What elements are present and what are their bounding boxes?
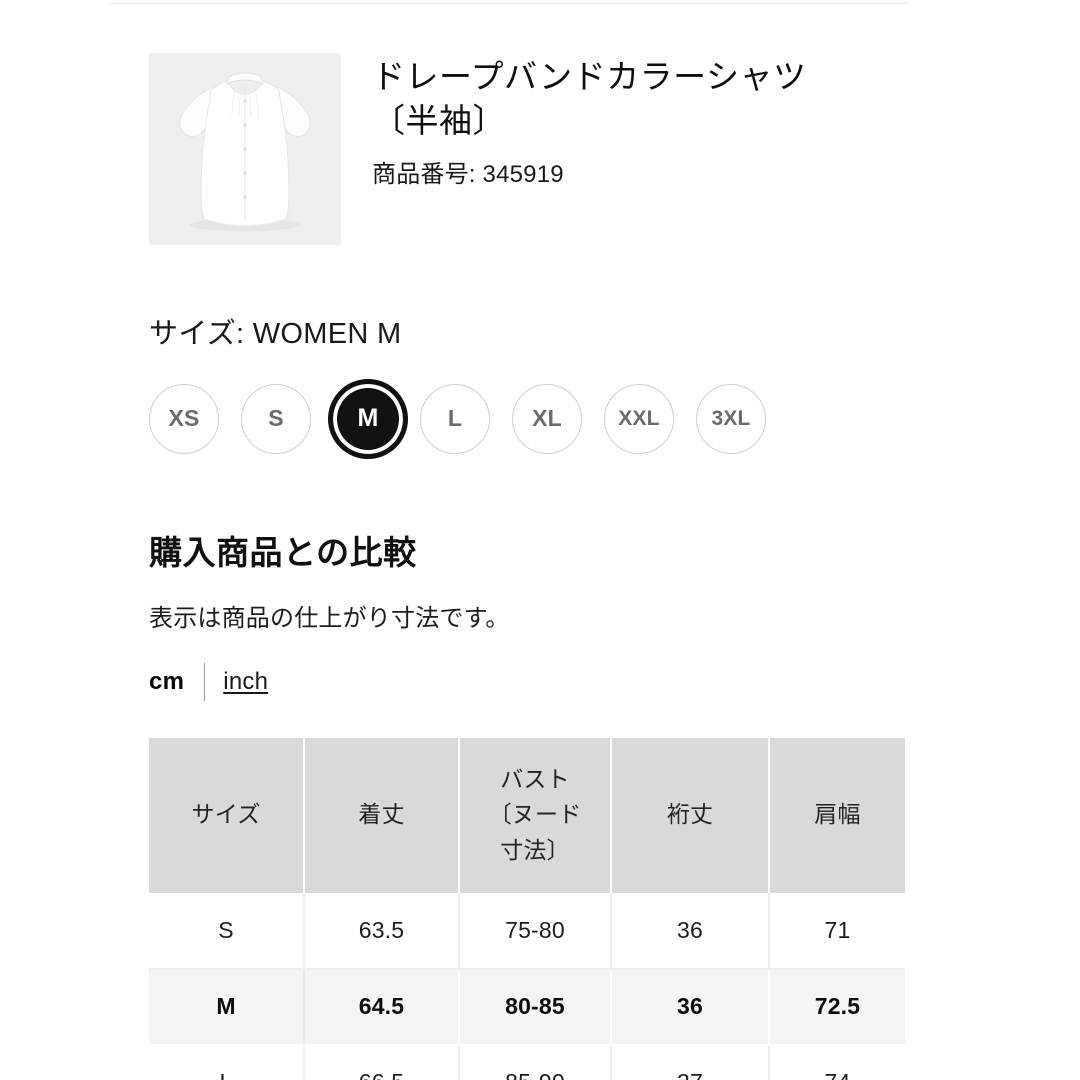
size-table-container: サイズ 着丈 バスト 〔ヌード 寸法〕 裄丈 肩幅 S 63.5 75-80 3… bbox=[149, 737, 905, 1080]
product-meta: ドレープバンドカラーシャツ〔半袖〕 商品番号: 345919 bbox=[372, 53, 909, 190]
col-header-bust: バスト 〔ヌード 寸法〕 bbox=[459, 737, 612, 893]
size-option-label: XXL bbox=[618, 406, 660, 430]
size-option-label: XS bbox=[168, 405, 200, 432]
cell-bust: 80-85 bbox=[459, 968, 612, 1046]
unit-option-cm[interactable]: cm bbox=[149, 668, 184, 696]
col-header-length: 着丈 bbox=[304, 737, 460, 893]
table-row-current[interactable]: M 64.5 80-85 36 72.5 bbox=[149, 968, 905, 1046]
blouse-illustration bbox=[149, 53, 341, 245]
size-option-3xl[interactable]: 3XL bbox=[696, 383, 766, 454]
product-header: ドレープバンドカラーシャツ〔半袖〕 商品番号: 345919 bbox=[149, 0, 909, 245]
size-chart-page: ドレープバンドカラーシャツ〔半袖〕 商品番号: 345919 サイズ: WOME… bbox=[0, 0, 1080, 1080]
cell-length: 63.5 bbox=[304, 892, 460, 970]
table-header-row: サイズ 着丈 バスト 〔ヌード 寸法〕 裄丈 肩幅 bbox=[149, 737, 905, 893]
product-thumbnail[interactable] bbox=[149, 53, 341, 245]
content-column: ドレープバンドカラーシャツ〔半袖〕 商品番号: 345919 サイズ: WOME… bbox=[149, 0, 909, 1080]
size-option-list: XS S M L XL XXL 3XL bbox=[149, 378, 909, 459]
comparison-note: 表示は商品の仕上がり寸法です。 bbox=[149, 604, 510, 632]
table-row[interactable]: S 63.5 75-80 36 71 bbox=[149, 892, 905, 970]
size-table: サイズ 着丈 バスト 〔ヌード 寸法〕 裄丈 肩幅 S 63.5 75-80 3… bbox=[149, 737, 905, 1080]
size-option-xl[interactable]: XL bbox=[512, 383, 582, 454]
size-table-body: S 63.5 75-80 36 71 M 64.5 80-85 36 72.5 bbox=[149, 892, 905, 1080]
cell-size: M bbox=[149, 968, 305, 1046]
size-option-m[interactable]: M bbox=[328, 378, 408, 459]
cell-sleeve: 36 bbox=[611, 968, 770, 1046]
size-option-label: S bbox=[268, 405, 284, 432]
unit-separator bbox=[204, 662, 206, 701]
size-option-label: L bbox=[447, 405, 463, 432]
product-title: ドレープバンドカラーシャツ〔半袖〕 bbox=[372, 58, 807, 139]
cell-size: S bbox=[149, 892, 305, 970]
cell-shoulder: 72.5 bbox=[769, 968, 905, 1046]
selected-size-label: サイズ: WOMEN M bbox=[149, 318, 402, 350]
size-option-xxl[interactable]: XXL bbox=[604, 383, 674, 454]
cell-size: L bbox=[149, 1044, 305, 1080]
cell-shoulder: 74 bbox=[769, 1044, 905, 1080]
size-table-head: サイズ 着丈 バスト 〔ヌード 寸法〕 裄丈 肩幅 bbox=[149, 737, 905, 893]
cell-length: 64.5 bbox=[304, 968, 460, 1046]
cell-bust: 75-80 bbox=[459, 892, 612, 970]
cell-sleeve: 37 bbox=[611, 1044, 770, 1080]
cell-shoulder: 71 bbox=[769, 892, 905, 970]
table-row[interactable]: L 66.5 85-90 37 74 bbox=[149, 1044, 905, 1080]
cell-sleeve: 36 bbox=[611, 892, 770, 970]
col-header-sleeve: 裄丈 bbox=[611, 737, 770, 893]
col-header-size: サイズ bbox=[149, 737, 305, 893]
cell-bust: 85-90 bbox=[459, 1044, 612, 1080]
comparison-heading: 購入商品との比較 bbox=[149, 533, 417, 571]
size-option-label: 3XL bbox=[711, 406, 751, 430]
unit-toggle: cm inch bbox=[149, 662, 909, 701]
col-header-shoulder: 肩幅 bbox=[769, 737, 905, 893]
size-option-xs[interactable]: XS bbox=[149, 383, 219, 454]
product-code: 商品番号: 345919 bbox=[372, 161, 564, 189]
size-option-label: M bbox=[357, 404, 379, 433]
size-option-l[interactable]: L bbox=[420, 383, 490, 454]
size-option-label: XL bbox=[532, 405, 562, 432]
size-option-s[interactable]: S bbox=[241, 383, 311, 454]
unit-option-inch[interactable]: inch bbox=[223, 668, 268, 696]
cell-length: 66.5 bbox=[304, 1044, 460, 1080]
